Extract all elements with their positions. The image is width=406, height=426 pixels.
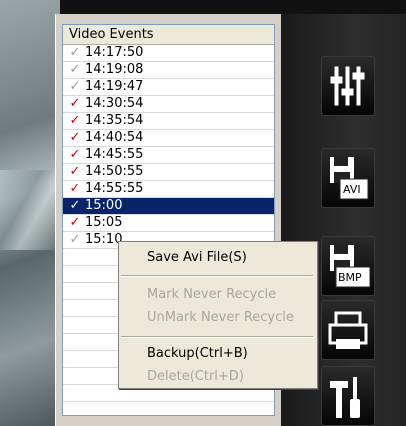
event-time: 15:10	[85, 232, 123, 247]
mark-never-recycle-menu-item[interactable]: Mark Never Recycle	[147, 287, 276, 302]
save-bmp-button[interactable]: BMP	[321, 236, 375, 296]
unchecked-checkmark-icon[interactable]: ✓	[68, 79, 82, 95]
list-item[interactable]: ✓ 14:40:54	[63, 130, 274, 147]
checked-checkmark-icon[interactable]: ✓	[68, 113, 82, 129]
list-item[interactable]: ✓ 14:19:47	[63, 79, 274, 96]
unchecked-checkmark-icon[interactable]: ✓	[68, 198, 82, 214]
list-item[interactable]: ✓ 14:17:50	[63, 45, 274, 62]
checked-checkmark-icon[interactable]: ✓	[68, 147, 82, 163]
unchecked-checkmark-icon[interactable]: ✓	[68, 62, 82, 78]
backup-menu-item[interactable]: Backup(Ctrl+B)	[147, 346, 248, 361]
checked-checkmark-icon[interactable]: ✓	[68, 215, 82, 231]
event-time: 14:35:54	[85, 113, 144, 128]
sliders-icon	[330, 66, 365, 106]
checked-checkmark-icon[interactable]: ✓	[68, 164, 82, 180]
bmp-label: BMP	[338, 271, 362, 284]
list-item[interactable]: ✓ 15:00	[63, 198, 274, 215]
list-item[interactable]: ✓ 15:05	[63, 215, 274, 232]
unchecked-checkmark-icon[interactable]: ✓	[68, 45, 82, 61]
menu-separator	[121, 275, 313, 277]
save-avi-button[interactable]: AVI	[321, 148, 375, 208]
print-icon	[328, 311, 368, 349]
checked-checkmark-icon[interactable]: ✓	[68, 96, 82, 112]
save-bmp-icon	[330, 245, 371, 288]
tools-button[interactable]	[321, 366, 375, 426]
event-time: 15:00	[85, 198, 123, 213]
checked-checkmark-icon[interactable]: ✓	[68, 181, 82, 197]
event-time: 14:19:47	[85, 79, 144, 94]
list-item[interactable]: ✓ 14:45:55	[63, 147, 274, 164]
list-header[interactable]: Video Events	[63, 25, 274, 45]
event-time: 14:17:50	[85, 45, 144, 60]
event-time: 14:40:54	[85, 130, 144, 145]
checked-checkmark-icon[interactable]: ✓	[68, 130, 82, 146]
event-time: 14:19:08	[85, 62, 144, 77]
list-item[interactable]: ✓ 14:35:54	[63, 113, 274, 130]
menu-separator	[121, 336, 313, 338]
save-avi-icon	[330, 157, 369, 200]
avi-label: AVI	[343, 183, 361, 196]
camera-preview	[0, 0, 60, 426]
event-time: 14:30:54	[85, 96, 144, 111]
settings-button[interactable]	[321, 56, 375, 116]
event-time: 15:05	[85, 215, 123, 230]
unmark-never-recycle-menu-item[interactable]: UnMark Never Recycle	[147, 310, 294, 325]
list-item[interactable]: ✓ 14:50:55	[63, 164, 274, 181]
save-avi-menu-item[interactable]: Save Avi File(S)	[147, 250, 247, 265]
list-item[interactable]: ✓ 14:55:55	[63, 181, 274, 198]
top-strip	[0, 0, 406, 14]
event-time: 14:50:55	[85, 164, 144, 179]
event-time: 14:55:55	[85, 181, 144, 196]
delete-menu-item[interactable]: Delete(Ctrl+D)	[147, 369, 244, 384]
event-time: 14:45:55	[85, 147, 144, 162]
tools-icon	[330, 377, 360, 418]
unchecked-checkmark-icon[interactable]: ✓	[68, 232, 82, 248]
list-item[interactable]: ✓ 14:19:08	[63, 62, 274, 79]
list-item[interactable]: ✓ 14:30:54	[63, 96, 274, 113]
print-button[interactable]	[321, 300, 375, 360]
context-menu: Save Avi File(S) Mark Never Recycle UnMa…	[118, 241, 318, 389]
